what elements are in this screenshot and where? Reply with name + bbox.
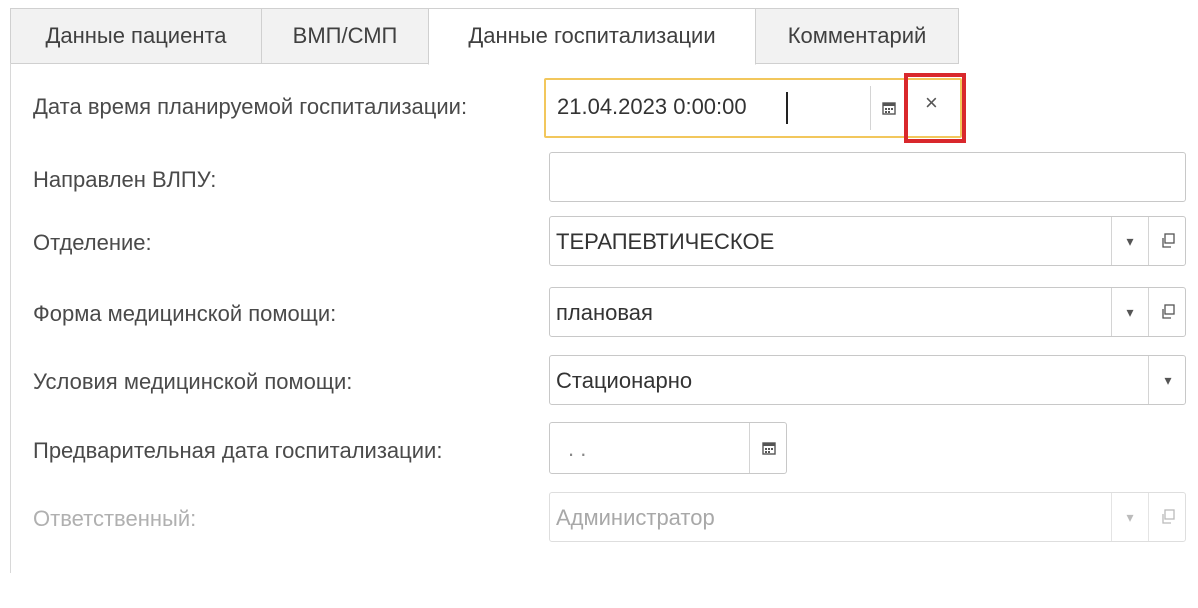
chevron-down-icon: ▾ <box>1126 303 1134 320</box>
tab-label: Данные госпитализации <box>468 23 716 48</box>
referred-from-label: Направлен ВЛПУ: <box>33 167 217 192</box>
calendar-icon <box>762 442 776 455</box>
preliminary-date-label: Предварительная дата госпитализации: <box>33 438 443 463</box>
open-window-icon <box>1162 509 1175 524</box>
tab-label: Данные пациента <box>45 23 227 48</box>
tab-hospitalization-data[interactable]: Данные госпитализации <box>428 8 756 65</box>
department-dropdown-button[interactable]: ▾ <box>1111 217 1148 265</box>
care-form-dropdown-button[interactable]: ▾ <box>1111 288 1148 336</box>
department-field[interactable]: ТЕРАПЕВТИЧЕСКОЕ ▾ <box>549 216 1186 266</box>
care-conditions-field[interactable]: Стационарно ▾ <box>549 355 1186 405</box>
responsible-open-button <box>1148 493 1187 541</box>
tab-vmp-smp[interactable]: ВМП/СМП <box>261 8 429 64</box>
care-conditions-label: Условия медицинской помощи: <box>33 369 353 394</box>
responsible-field: Администратор ▾ <box>549 492 1186 542</box>
panel-border <box>10 63 11 573</box>
planned-datetime-label: Дата время планируемой госпитализации: <box>33 94 468 119</box>
tab-comment[interactable]: Комментарий <box>755 8 959 64</box>
tab-bar: Данные пациента ВМП/СМП Данные госпитали… <box>10 8 960 65</box>
preliminary-date-field[interactable]: . . <box>549 422 787 474</box>
care-conditions-dropdown-button[interactable]: ▾ <box>1148 356 1187 404</box>
preliminary-date-value: . . <box>568 436 587 461</box>
care-form-value: плановая <box>556 300 653 325</box>
clear-icon[interactable]: × <box>925 90 938 116</box>
referred-from-field[interactable] <box>549 152 1186 202</box>
care-form-open-button[interactable] <box>1148 288 1187 336</box>
text-cursor <box>786 92 788 124</box>
calendar-button[interactable] <box>870 86 907 130</box>
preliminary-calendar-button[interactable] <box>749 423 788 473</box>
planned-datetime-field[interactable]: 21.04.2023 0:00:00 <box>544 78 962 138</box>
department-open-button[interactable] <box>1148 217 1187 265</box>
responsible-label: Ответственный: <box>33 506 197 531</box>
planned-datetime-value: 21.04.2023 0:00:00 <box>557 94 747 119</box>
department-label: Отделение: <box>33 230 152 255</box>
tab-patient-data[interactable]: Данные пациента <box>10 8 262 64</box>
tab-label: Комментарий <box>787 23 927 48</box>
department-value: ТЕРАПЕВТИЧЕСКОЕ <box>556 229 775 254</box>
chevron-down-icon: ▾ <box>1164 371 1172 388</box>
responsible-dropdown-button: ▾ <box>1111 493 1148 541</box>
care-conditions-value: Стационарно <box>556 368 693 393</box>
chevron-down-icon: ▾ <box>1126 232 1134 249</box>
calendar-icon <box>882 102 896 115</box>
care-form-field[interactable]: плановая ▾ <box>549 287 1186 337</box>
responsible-value: Администратор <box>556 505 715 530</box>
chevron-down-icon: ▾ <box>1126 508 1134 525</box>
tab-label: ВМП/СМП <box>292 23 398 48</box>
open-window-icon <box>1162 304 1175 319</box>
care-form-label: Форма медицинской помощи: <box>33 301 337 326</box>
open-window-icon <box>1162 233 1175 248</box>
